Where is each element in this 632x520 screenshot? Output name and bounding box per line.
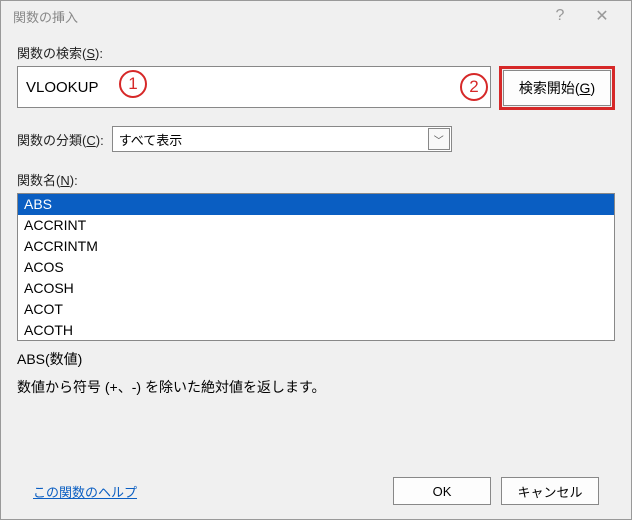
functions-label-key: N xyxy=(60,173,69,188)
function-list-inner: ABS ACCRINT ACCRINTM ACOS ACOSH ACOT ACO… xyxy=(18,194,614,341)
chevron-down-icon[interactable]: ﹀ xyxy=(428,128,450,150)
list-item[interactable]: ACCRINTM xyxy=(18,236,614,257)
functions-label: 関数名(N): xyxy=(17,170,615,189)
help-icon[interactable]: ? xyxy=(539,2,581,30)
dialog-content: 関数の検索(S): 1 2 検索開始(G) 関数の分類(C): すべて表示 ﹀ xyxy=(1,31,631,519)
list-item[interactable]: ACOSH xyxy=(18,278,614,299)
search-label: 関数の検索(S): xyxy=(17,43,615,62)
close-icon[interactable]: ✕ xyxy=(581,2,623,30)
list-item[interactable]: ABS xyxy=(18,194,614,215)
list-item[interactable]: ACOS xyxy=(18,257,614,278)
search-button-pre: 検索開始( xyxy=(519,80,580,96)
functions-label-pre: 関数名( xyxy=(17,173,60,188)
search-input[interactable] xyxy=(17,66,491,108)
search-button[interactable]: 検索開始(G) xyxy=(503,70,611,106)
category-label-post: ): xyxy=(96,133,104,148)
category-label-key: C xyxy=(86,133,95,148)
search-label-key: S xyxy=(86,46,95,61)
function-description: 数値から符号 (+、-) を除いた絶対値を返します。 xyxy=(17,377,615,397)
search-button-highlight: 2 検索開始(G) xyxy=(499,66,615,110)
ok-button[interactable]: OK xyxy=(393,477,491,505)
list-item[interactable]: ACOT xyxy=(18,299,614,320)
function-syntax: ABS(数値) xyxy=(17,349,615,369)
search-button-key: G xyxy=(580,80,591,96)
help-link[interactable]: この関数のヘルプ xyxy=(33,482,137,501)
search-button-post: ) xyxy=(590,80,595,96)
insert-function-dialog: 関数の挿入 ? ✕ 関数の検索(S): 1 2 検索開始(G) 関数の分類(C)… xyxy=(0,0,632,520)
functions-label-post: ): xyxy=(70,173,78,188)
search-row: 1 2 検索開始(G) xyxy=(17,66,615,110)
cancel-button[interactable]: キャンセル xyxy=(501,477,599,505)
category-selected-value: すべて表示 xyxy=(119,130,183,149)
search-label-post: ): xyxy=(95,46,103,61)
category-row: 関数の分類(C): すべて表示 ﹀ xyxy=(17,126,615,152)
list-item[interactable]: ACOTH xyxy=(18,320,614,341)
list-item[interactable]: ACCRINT xyxy=(18,215,614,236)
category-select[interactable]: すべて表示 ﹀ xyxy=(112,126,452,152)
function-listbox[interactable]: ABS ACCRINT ACCRINTM ACOS ACOSH ACOT ACO… xyxy=(17,193,615,341)
category-label: 関数の分類(C): xyxy=(17,130,104,149)
category-label-pre: 関数の分類( xyxy=(17,133,86,148)
dialog-title: 関数の挿入 xyxy=(9,7,539,26)
titlebar: 関数の挿入 ? ✕ xyxy=(1,1,631,31)
footer: この関数のヘルプ OK キャンセル xyxy=(17,463,615,519)
search-label-pre: 関数の検索( xyxy=(17,46,86,61)
search-input-wrap: 1 xyxy=(17,66,491,110)
